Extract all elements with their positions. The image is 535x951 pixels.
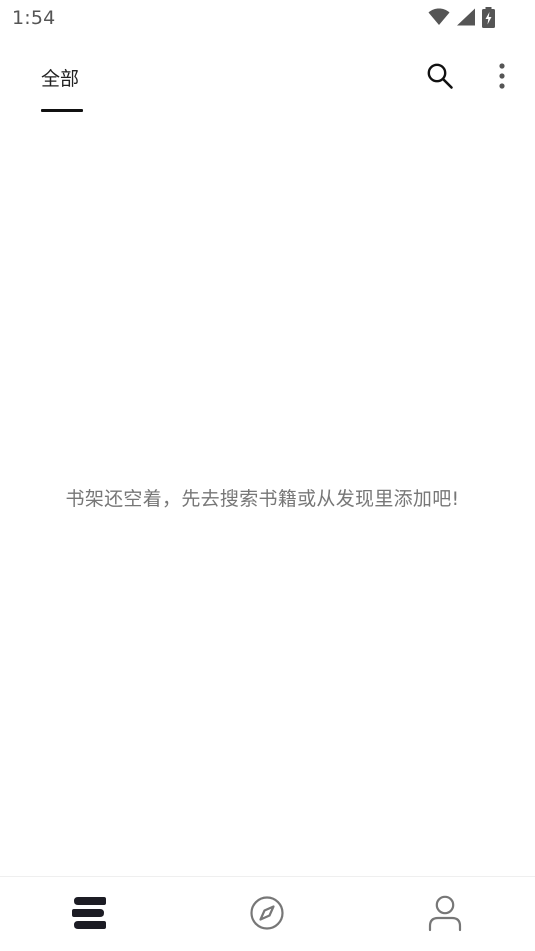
status-bar: 1:54 [0,0,535,38]
tab-selected-indicator [41,109,83,112]
status-time: 1:54 [12,7,56,29]
nav-discover[interactable] [178,877,356,951]
bottom-navigation [0,876,535,951]
more-vert-icon [498,62,506,94]
compass-icon [249,895,285,935]
search-icon [426,62,454,94]
more-options-button[interactable] [486,58,518,98]
person-icon [427,894,463,936]
cellular-signal-icon [456,8,476,30]
app-screen: 1:54 全部 书架还空着，先去搜索书籍或从发现里添加吧! [0,0,535,951]
wifi-icon [428,8,450,30]
nav-bookshelf[interactable] [0,877,178,951]
nav-profile[interactable] [356,877,534,951]
battery-charging-icon [482,6,495,32]
tab-all-label: 全部 [41,68,80,90]
empty-bookshelf-message: 书架还空着，先去搜索书籍或从发现里添加吧! [65,488,460,510]
tab-all[interactable]: 全部 [41,62,83,114]
status-icons [428,6,495,32]
search-button[interactable] [420,58,460,98]
bookshelf-icon [71,896,107,934]
top-app-bar: 全部 [0,38,535,118]
